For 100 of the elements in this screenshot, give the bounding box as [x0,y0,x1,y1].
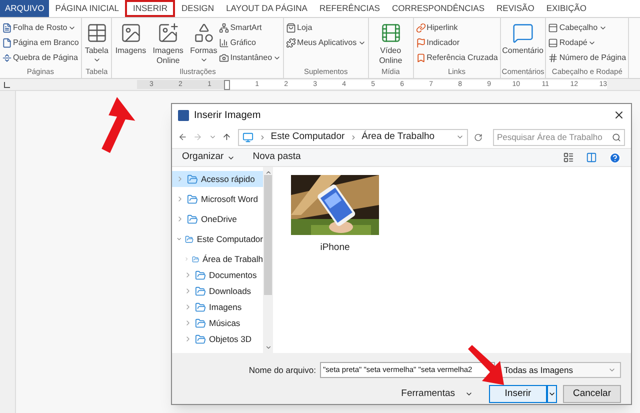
tools-button[interactable]: Ferramentas [397,385,477,403]
address-bar[interactable]: Este Computador Área de Trabalho [238,128,468,146]
nav-item[interactable]: Microsoft Word [172,191,263,207]
ribbon-button[interactable]: Hiperlink [416,21,498,35]
ribbon-button[interactable]: Gráfico [219,36,282,50]
puzzle-icon [286,38,296,48]
caret-icon [273,54,282,62]
new-folder-button[interactable]: Nova pasta [252,150,301,165]
folder-icon [195,286,206,296]
cancel-button[interactable]: Cancelar [563,385,621,403]
expand-icon[interactable] [176,175,184,183]
header-icon [548,23,558,33]
footer-icon [548,38,558,48]
indent-marker-icon[interactable] [224,80,230,90]
collapse-icon[interactable] [176,235,182,243]
nav-item[interactable]: Documentos [172,267,263,283]
ribbon-tab[interactable]: LAYOUT DA PÁGINA [220,0,314,17]
online-picture-icon [157,22,180,44]
breadcrumb[interactable]: Área de Trabalho [362,130,435,144]
ribbon-button[interactable]: Indicador [416,36,498,50]
nav-label: Músicas [209,316,240,330]
picture-icon [120,22,142,44]
folder-icon [187,214,198,224]
search-icon[interactable] [612,132,621,142]
search-field[interactable]: Pesquisar Área de Trabalho [492,128,625,146]
ribbon-button[interactable]: Imagens [114,20,148,66]
insert-dropdown-button[interactable] [547,385,557,403]
caret-icon [92,56,101,64]
preview-pane-icon[interactable] [586,152,597,163]
breadcrumb[interactable]: Este Computador [270,130,345,144]
ribbon-button[interactable]: Imagens Online [148,20,188,66]
computer-icon [242,132,254,142]
ribbon-button[interactable]: Instantâneo [219,51,282,65]
filetype-dropdown[interactable]: Todas as Imagens [499,362,621,378]
nav-label: Acesso rápido [201,172,255,186]
ribbon-button[interactable]: SmartArt [219,21,282,35]
nav-label: Este Computador [196,232,263,246]
caret-icon [548,390,556,398]
nav-item[interactable]: Área de Trabalh [172,251,263,267]
file-name: iPhone [320,241,350,255]
forward-icon[interactable] [193,132,203,142]
nav-item[interactable]: Imagens [172,299,263,315]
ribbon-tab[interactable]: REVISÃO [490,0,540,17]
ribbon-button[interactable]: Tabela [84,20,110,66]
nav-item[interactable]: OneDrive [172,211,263,227]
nav-item[interactable]: Acesso rápido [172,171,263,187]
history-icon[interactable] [456,133,464,141]
refresh-icon[interactable] [474,132,483,142]
video-icon [380,22,402,44]
nav-label: OneDrive [201,212,237,226]
recent-icon[interactable] [208,133,216,141]
nav-label: Área de Trabalh [202,252,263,266]
smartart-icon [219,23,230,33]
up-icon[interactable] [222,132,232,142]
ribbon-button[interactable]: Vídeo Online [370,20,411,66]
ribbon-button[interactable]: Folha de Rosto [2,21,79,35]
ribbon-button[interactable]: Rodapé [548,36,626,50]
comment-icon [512,22,534,44]
file-tile[interactable]: iPhone [291,175,379,256]
folder-icon [185,234,194,244]
ribbon-button[interactable]: Cabeçalho [548,21,626,35]
folder-icon [195,270,206,280]
help-icon[interactable] [609,152,621,164]
nav-item[interactable]: Músicas [172,315,263,331]
caret-icon [358,39,366,47]
tab-stop-icon[interactable] [4,82,10,88]
nav-item[interactable]: Este Computador [172,231,263,247]
ribbon-button[interactable]: Loja [286,21,366,35]
scroll-down-icon[interactable] [264,344,272,351]
caret-icon [68,24,76,32]
folder-icon [195,302,206,312]
ribbon-button[interactable]: Página em Branco [2,36,79,50]
file-tab[interactable]: ARQUIVO [0,0,50,17]
view-icon[interactable] [563,152,574,163]
folder-icon [187,194,198,204]
ribbon-tab[interactable]: REFERÊNCIAS [313,0,386,17]
expand-icon[interactable] [176,215,184,223]
shapes-icon [192,22,215,44]
ribbon-button[interactable]: Número de Página [548,51,626,65]
cover-page-icon [2,23,12,33]
back-icon[interactable] [178,132,188,142]
ribbon-button[interactable]: Formas [189,20,218,66]
organize-button[interactable]: Organizar [182,150,235,165]
ribbon-button[interactable]: Referência Cruzada [416,51,498,65]
scrollbar[interactable] [263,167,273,353]
nav-item[interactable]: Downloads [172,283,263,299]
ribbon-button[interactable]: Comentário [502,20,543,66]
close-icon[interactable] [613,109,625,121]
ribbon-button[interactable]: Meus Aplicativos [286,36,366,50]
folder-icon [195,318,206,328]
ribbon-tab[interactable]: PÁGINA INICIAL [49,0,125,17]
ribbon-tab[interactable]: DESIGN [175,0,220,17]
ribbon-tab[interactable]: CORRESPONDÊNCIAS [386,0,491,17]
scroll-up-icon[interactable] [264,169,272,176]
insert-button[interactable]: Inserir [489,385,547,403]
ribbon-button[interactable]: Quebra de Página [2,51,79,65]
expand-icon[interactable] [176,195,184,203]
ribbon-tab[interactable]: INSERIR [124,0,176,17]
nav-item[interactable]: Objetos 3D [172,331,263,347]
ribbon-tab[interactable]: EXIBIÇÃO [540,0,592,17]
